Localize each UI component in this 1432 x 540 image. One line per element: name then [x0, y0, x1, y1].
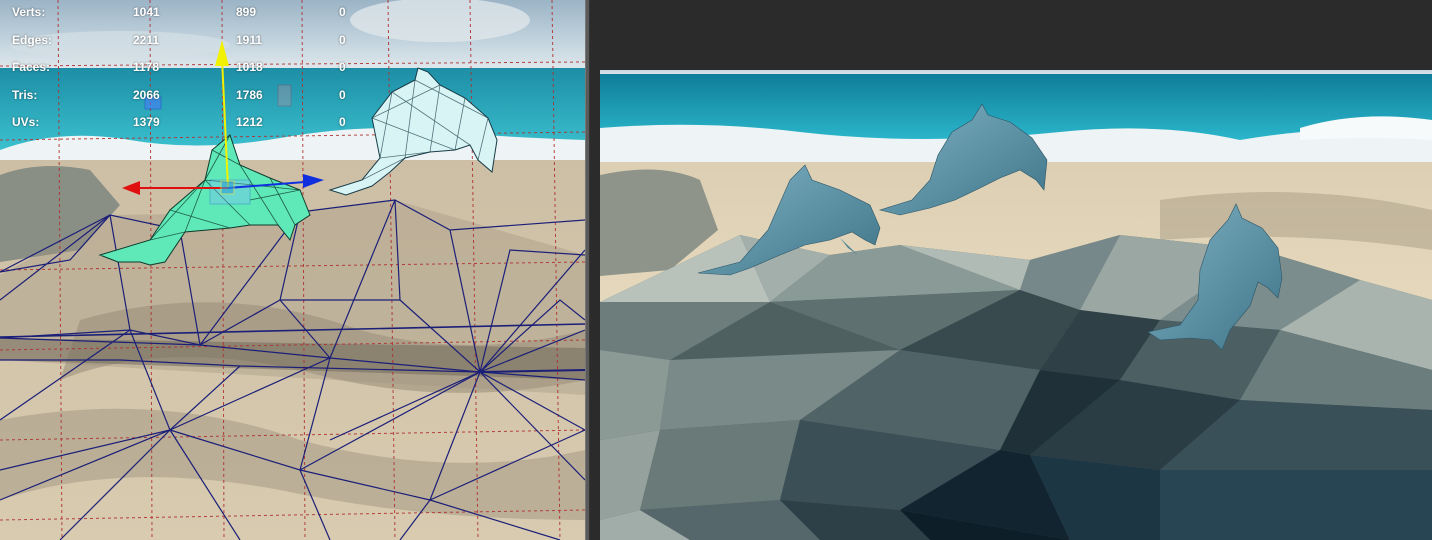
render-faceted-ground [600, 235, 1432, 540]
hud-value: 0 [339, 60, 346, 74]
center-handle[interactable] [220, 180, 235, 195]
hud-label: Faces: [12, 60, 51, 74]
hud-label: UVs: [12, 115, 40, 129]
hud-value: 1178 [133, 60, 160, 74]
scale-handle-icon[interactable] [277, 84, 292, 107]
hud-value: 1786 [236, 87, 263, 102]
hud-value: 2211 [133, 32, 160, 47]
hud-value: 1379 [133, 115, 160, 129]
hud-label: Edges: [12, 32, 53, 47]
maya-workspace: Verts: 1041 899 0 Edges: 2211 1911 0 Fac… [0, 0, 1432, 540]
hud-value: 1212 [236, 115, 263, 129]
hud-label: Tris: [12, 87, 38, 102]
hud-value: 899 [236, 5, 257, 19]
hud-value: 0 [339, 115, 346, 129]
render-viewport[interactable] [600, 70, 1432, 540]
rendered-image [600, 70, 1432, 540]
hud-value: 0 [339, 32, 346, 47]
hud-value: 2066 [133, 87, 160, 102]
modeling-viewport[interactable]: Verts: 1041 899 0 Edges: 2211 1911 0 Fac… [0, 0, 585, 540]
viewport-scene [0, 0, 585, 540]
hud-value: 1018 [236, 60, 263, 74]
hud-value: 0 [339, 87, 346, 102]
hud-label: Verts: [12, 5, 46, 19]
hud-value: 1911 [236, 32, 263, 47]
render-view-toolbar-area [590, 0, 1432, 70]
render-view-panel [590, 0, 1432, 540]
hud-value: 0 [339, 5, 346, 19]
hud-value: 1041 [133, 5, 160, 19]
